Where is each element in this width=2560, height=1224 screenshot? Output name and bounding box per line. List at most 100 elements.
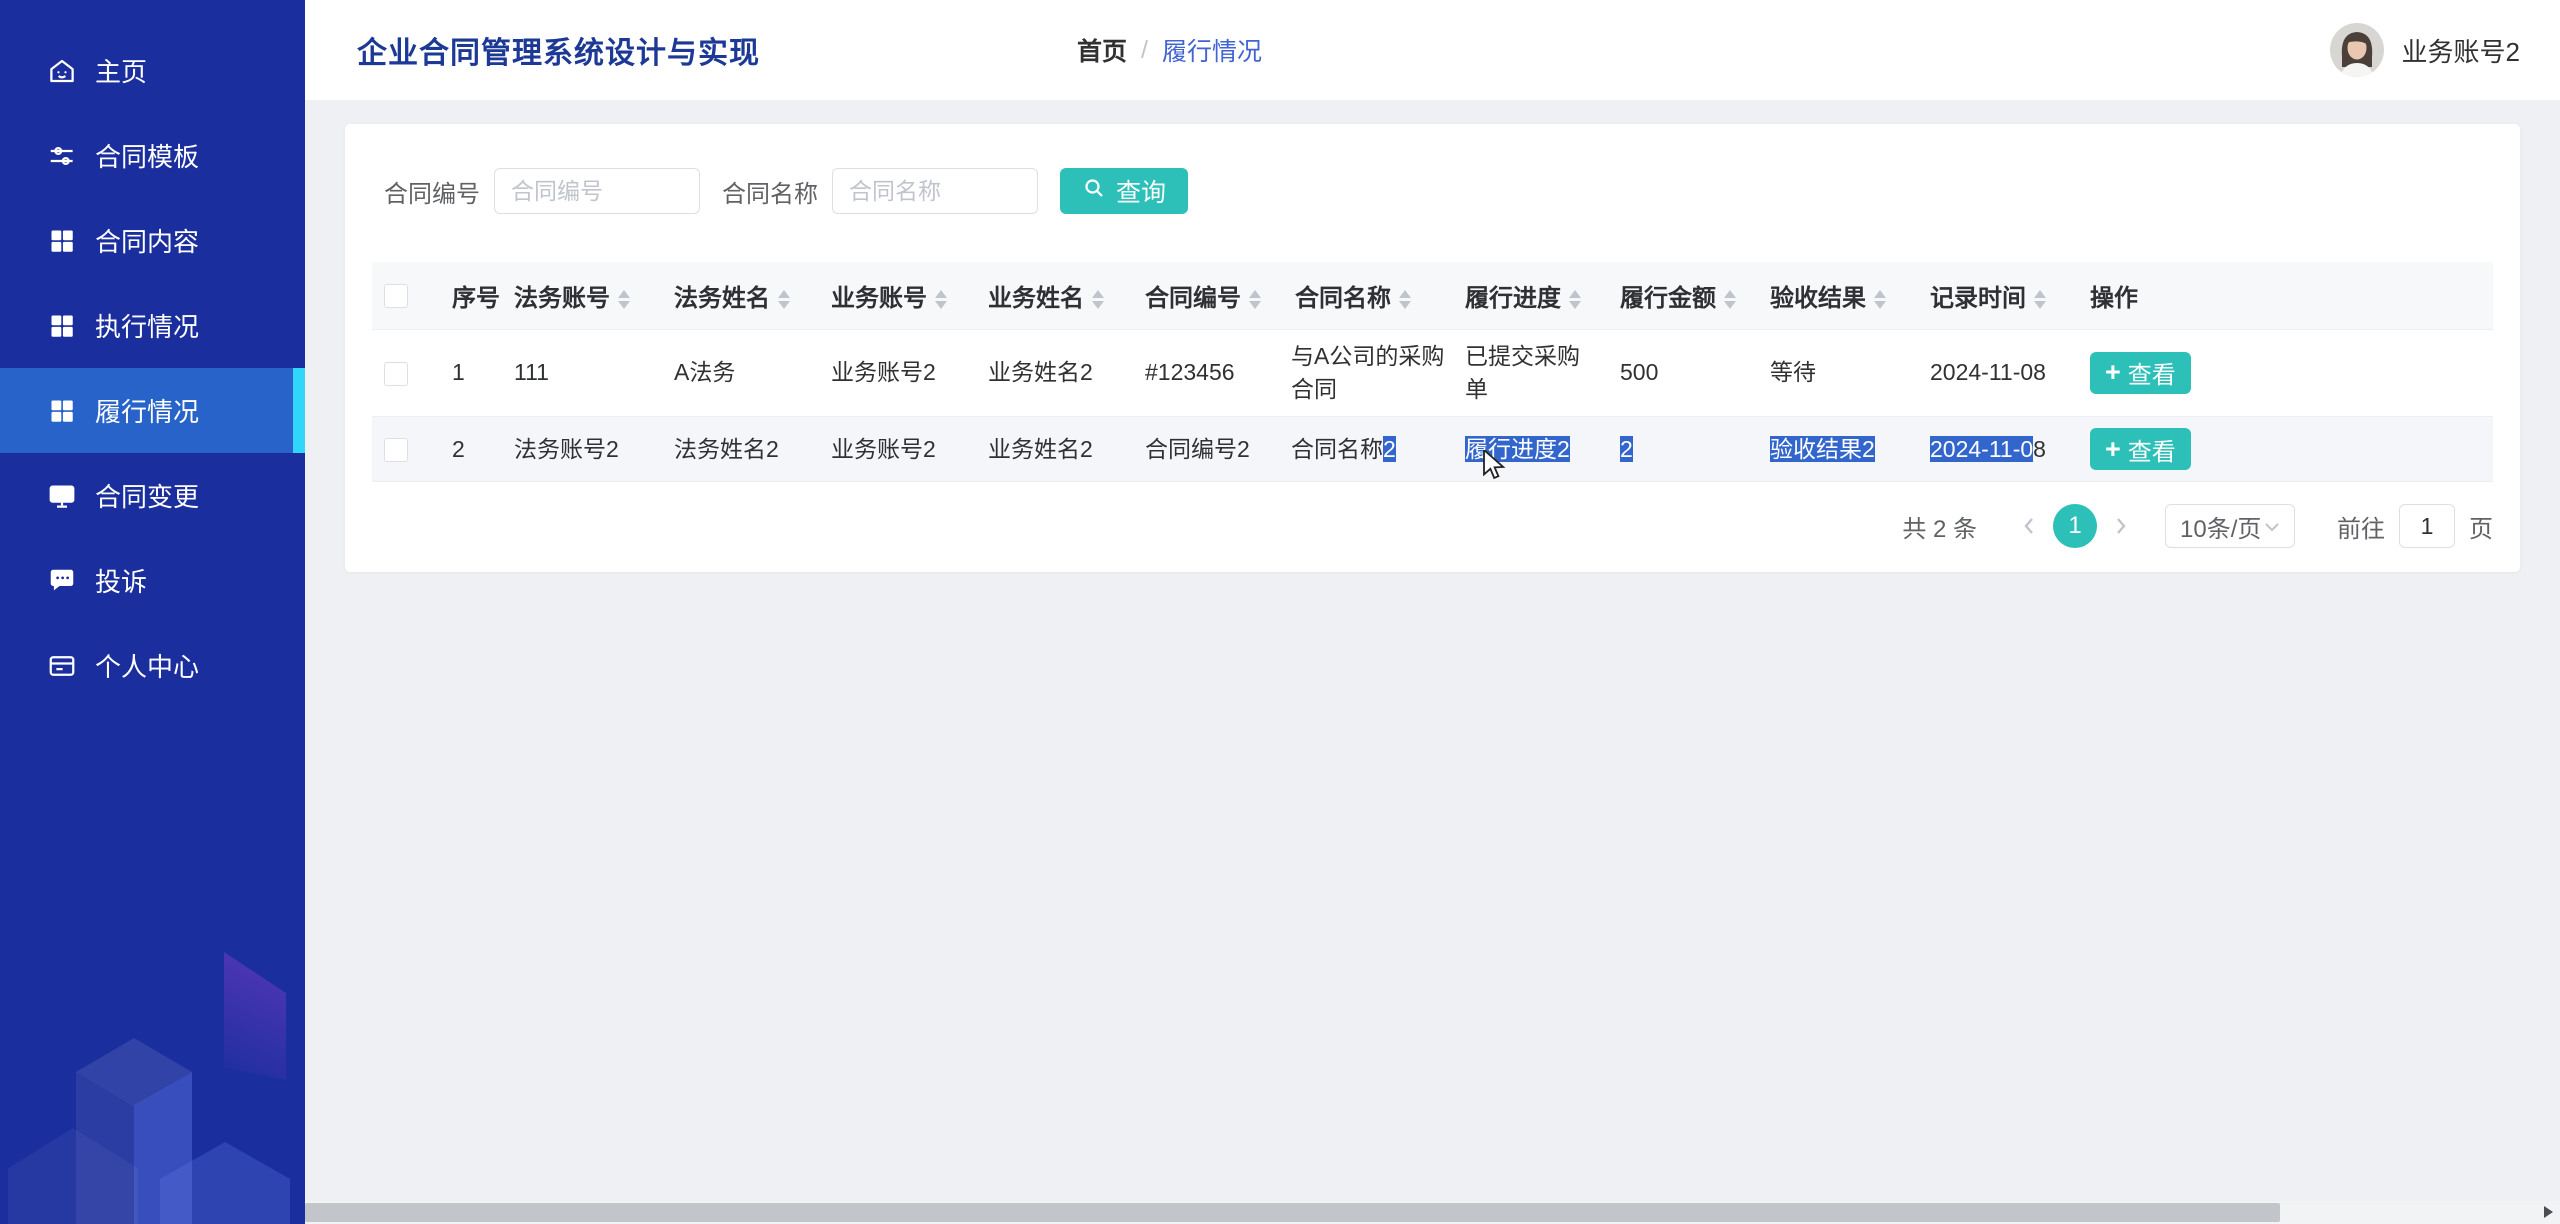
sidebar-item-performance-status[interactable]: 履行情况 [0,368,305,453]
goto-page-input[interactable] [2399,504,2455,548]
sidebar-item-personal-center[interactable]: 个人中心 [0,623,305,708]
page-size-select[interactable]: 10条/页 [2165,504,2295,548]
column-header-biz-account[interactable]: 业务账号 [819,262,976,329]
breadcrumb-current[interactable]: 履行情况 [1162,32,1262,68]
cell-result: 验收结果2 [1758,417,1918,482]
cell-contract-no: #123456 [1133,329,1283,417]
breadcrumb-home[interactable]: 首页 [1077,32,1127,68]
column-header-legal-name[interactable]: 法务姓名 [662,262,819,329]
column-header-biz-name[interactable]: 业务姓名 [976,262,1133,329]
horizontal-scrollbar[interactable] [305,1201,2560,1224]
sidebar-item-label: 执行情况 [95,307,199,344]
sort-carets[interactable] [1092,290,1104,309]
breadcrumb: 首页 / 履行情况 [1077,0,1262,100]
select-all-checkbox[interactable] [384,284,408,308]
prev-page-button[interactable] [2011,504,2047,548]
sort-carets[interactable] [1569,290,1581,309]
view-button[interactable]: + 查看 [2090,352,2191,394]
scrollbar-thumb[interactable] [305,1203,2280,1222]
column-header-record-time[interactable]: 记录时间 [1918,262,2078,329]
user-menu[interactable]: 业务账号2 [2330,0,2520,100]
sort-carets[interactable] [1874,290,1886,309]
cell-biz-account: 业务账号2 [819,417,976,482]
column-header-contract-name[interactable]: 合同名称 [1283,262,1453,329]
selected-text: 2 [1620,436,1633,462]
cell-amount: 500 [1608,329,1758,417]
selected-text: 2024-11-0 [1930,436,2033,462]
query-button[interactable]: 查询 [1060,168,1188,214]
contract-name-label: 合同名称 [722,174,818,209]
cell-contract-name: 合同名称2 [1283,417,1453,482]
table-header-row: 序号 法务账号 法务姓名 业务账号 业务姓名 合同编号 合同名称 履行进度 履行… [372,262,2493,329]
row-checkbox[interactable] [384,362,408,386]
view-button[interactable]: + 查看 [2090,428,2191,470]
table-row: 2 法务账号2 法务姓名2 业务账号2 业务姓名2 合同编号2 合同名称2 履行… [372,417,2493,482]
cell-progress: 履行进度2 [1453,417,1608,482]
goto-page-group: 前往 页 [2337,504,2493,548]
cell-legal-account: 111 [502,329,662,417]
selected-text: 履行进度2 [1465,436,1570,462]
next-page-button[interactable] [2103,504,2139,548]
sliders-icon [46,140,78,172]
sidebar-item-contract-template[interactable]: 合同模板 [0,113,305,198]
sort-carets[interactable] [1724,290,1736,309]
column-header-legal-account[interactable]: 法务账号 [502,262,662,329]
cell-biz-name: 业务姓名2 [976,417,1133,482]
sidebar-item-contract-content[interactable]: 合同内容 [0,198,305,283]
contract-no-input[interactable] [494,168,700,214]
home-icon [46,55,78,87]
chevron-down-icon [2264,512,2280,540]
sidebar-item-contract-change[interactable]: 合同变更 [0,453,305,538]
cell-amount: 2 [1608,417,1758,482]
search-bar: 合同编号 合同名称 查询 [384,124,2493,214]
contract-name-input[interactable] [832,168,1038,214]
cell-progress: 已提交采购单 [1453,329,1608,417]
sidebar-item-label: 个人中心 [95,647,199,684]
sort-carets[interactable] [778,290,790,309]
performance-table: 序号 法务账号 法务姓名 业务账号 业务姓名 合同编号 合同名称 履行进度 履行… [372,262,2493,482]
plus-icon: + [2105,436,2121,463]
pagination-total: 共 2 条 [1902,509,1977,544]
sidebar-item-execution-status[interactable]: 执行情况 [0,283,305,368]
column-header-seq: 序号 [440,262,502,329]
grid-icon [46,310,78,342]
column-header-amount[interactable]: 履行金额 [1608,262,1758,329]
scrollbar-right-arrow-icon[interactable] [2541,1204,2555,1224]
cell-contract-no: 合同编号2 [1133,417,1283,482]
sidebar-item-home[interactable]: 主页 [0,28,305,113]
cell-contract-name: 与A公司的采购合同 [1283,329,1453,417]
sort-carets[interactable] [935,290,947,309]
sidebar-item-label: 合同变更 [95,477,199,514]
sidebar-item-label: 投诉 [95,562,147,599]
page-number-button[interactable]: 1 [2053,504,2097,548]
cell-biz-name: 业务姓名2 [976,329,1133,417]
cell-legal-account: 法务账号2 [502,417,662,482]
chat-icon [46,565,78,597]
sidebar: 主页 合同模板 合同内容 [0,0,305,1224]
page-unit-label: 页 [2469,509,2493,544]
monitor-icon [46,480,78,512]
column-header-contract-no[interactable]: 合同编号 [1133,262,1283,329]
avatar [2330,23,2384,77]
sort-carets[interactable] [618,290,630,309]
sort-carets[interactable] [2034,290,2046,309]
sort-carets[interactable] [1249,290,1261,309]
sidebar-nav: 主页 合同模板 合同内容 [0,0,305,708]
cell-seq: 2 [440,417,502,482]
sidebar-item-label: 主页 [95,52,147,89]
table-row: 1 111 A法务 业务账号2 业务姓名2 #123456 与A公司的采购合同 … [372,329,2493,417]
sort-carets[interactable] [1399,290,1411,309]
sidebar-item-complaint[interactable]: 投诉 [0,538,305,623]
column-header-actions: 操作 [2078,262,2493,329]
sidebar-item-label: 合同内容 [95,222,199,259]
cell-record-time: 2024-11-08 [1918,329,2078,417]
cell-legal-name: A法务 [662,329,819,417]
row-checkbox[interactable] [384,438,408,462]
sidebar-item-label: 合同模板 [95,137,199,174]
column-header-progress[interactable]: 履行进度 [1453,262,1608,329]
selected-text: 2 [1383,436,1396,462]
app-root: 主页 合同模板 合同内容 [0,0,2560,1224]
column-header-result[interactable]: 验收结果 [1758,262,1918,329]
cell-seq: 1 [440,329,502,417]
sidebar-item-label: 履行情况 [95,392,199,429]
